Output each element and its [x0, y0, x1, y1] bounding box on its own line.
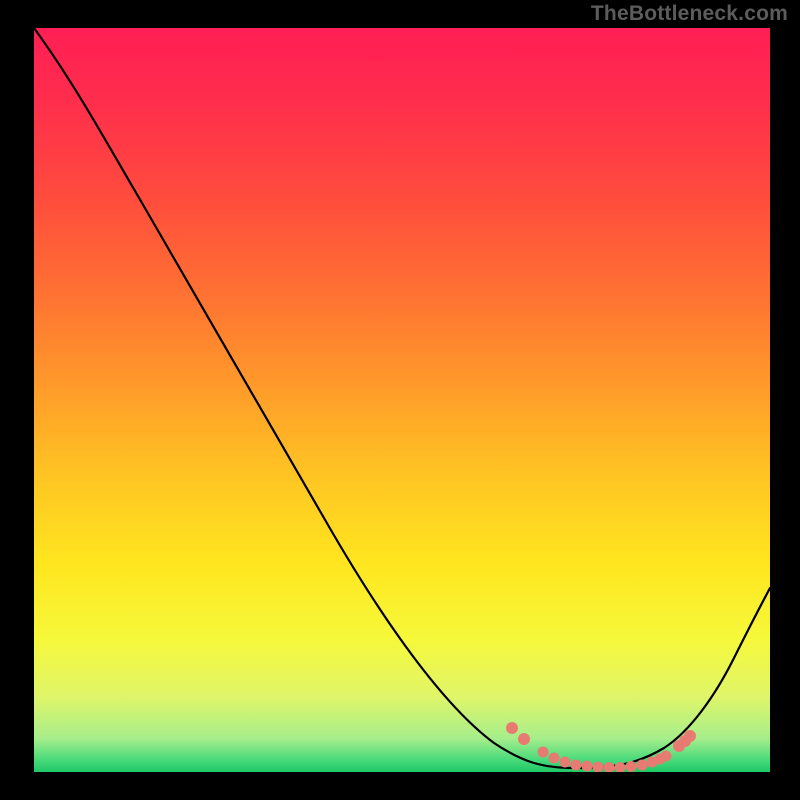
watermark-text: TheBottleneck.com: [591, 2, 788, 26]
curve-marker: [518, 733, 530, 745]
chart-svg: [34, 28, 770, 772]
curve-marker: [571, 760, 582, 771]
curve-marker: [549, 753, 560, 764]
curve-marker: [593, 762, 604, 773]
curve-marker: [684, 730, 696, 742]
curve-marker: [506, 722, 518, 734]
curve-marker: [661, 751, 672, 762]
plot-area: [34, 28, 770, 772]
gradient-panel: [34, 28, 770, 772]
chart-stage: TheBottleneck.com: [0, 0, 800, 800]
curve-marker: [560, 757, 571, 768]
curve-marker: [582, 761, 593, 772]
curve-marker: [637, 760, 648, 771]
curve-marker: [538, 747, 549, 758]
curve-marker: [626, 761, 637, 772]
